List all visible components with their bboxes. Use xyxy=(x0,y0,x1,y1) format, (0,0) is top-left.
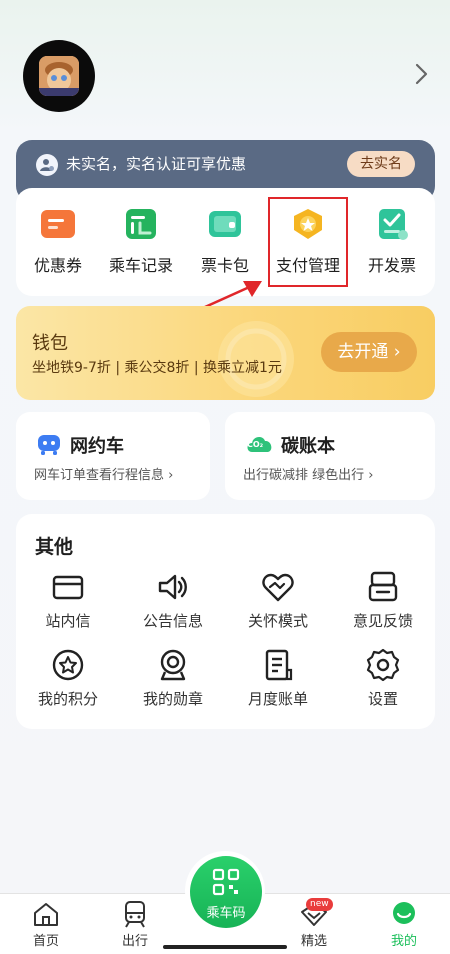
profile-active-icon xyxy=(389,900,419,928)
nav-home[interactable]: 首页 xyxy=(16,900,76,949)
nav-featured-label: 精选 xyxy=(300,934,327,949)
card-wallet-label: 票卡包 xyxy=(200,256,249,275)
nav-featured[interactable]: new 精选 xyxy=(284,898,344,949)
feedback-entry[interactable]: 意见反馈 xyxy=(333,570,433,631)
co2-badge: CO₂ xyxy=(247,440,264,449)
coupon-label: 优惠券 xyxy=(33,256,82,275)
care-mode-label: 关怀模式 xyxy=(247,612,308,630)
ride-hailing-card[interactable]: 网约车 网车订单查看行程信息 › xyxy=(16,412,210,500)
ride-record-entry[interactable]: 乘车记录 xyxy=(101,208,181,280)
carbon-ledger-desc: 出行碳减排 绿色出行 › xyxy=(243,468,374,483)
user-verify-icon xyxy=(36,154,58,176)
invoice-label: 开发票 xyxy=(367,256,416,275)
avatar-image xyxy=(39,56,79,96)
settings-label: 设置 xyxy=(367,690,398,708)
wallet-description: 坐地铁9-7折 | 乘公交8折 | 换乘立减1元 xyxy=(32,360,282,376)
medal-label: 我的勋章 xyxy=(142,690,203,708)
train-icon xyxy=(120,900,150,928)
announcement-icon xyxy=(156,570,190,604)
card-wallet-entry[interactable]: 票卡包 xyxy=(185,208,265,280)
ride-record-icon xyxy=(123,208,159,240)
monthly-bill-entry[interactable]: 月度账单 xyxy=(228,648,328,709)
qr-code-icon xyxy=(212,868,240,896)
points-entry[interactable]: 我的积分 xyxy=(18,648,118,709)
coupon-entry[interactable]: 优惠券 xyxy=(18,208,98,280)
feedback-icon xyxy=(366,570,400,604)
invoice-icon xyxy=(374,208,410,240)
nav-home-label: 首页 xyxy=(32,934,59,949)
car-icon xyxy=(38,435,60,455)
invoice-entry[interactable]: 开发票 xyxy=(352,208,432,280)
carbon-ledger-title: 碳账本 xyxy=(281,436,335,457)
medal-icon xyxy=(156,648,190,682)
verify-button[interactable]: 去实名 xyxy=(347,151,415,177)
care-mode-entry[interactable]: 关怀模式 xyxy=(228,570,328,631)
wallet-title: 钱包 xyxy=(32,333,68,354)
mail-icon xyxy=(51,570,85,604)
nav-mine[interactable]: 我的 xyxy=(374,900,434,949)
monthly-bill-label: 月度账单 xyxy=(247,690,308,708)
nav-travel-label: 出行 xyxy=(121,934,148,949)
coupon-icon xyxy=(40,208,76,240)
points-icon xyxy=(51,648,85,682)
wallet-activate-button[interactable]: 去开通 › xyxy=(321,332,417,372)
inbox-label: 站内信 xyxy=(45,612,91,630)
carbon-ledger-card[interactable]: CO₂ 碳账本 出行碳减排 绿色出行 › xyxy=(225,412,435,500)
nav-travel[interactable]: 出行 xyxy=(105,900,165,949)
announcement-label: 公告信息 xyxy=(142,612,203,630)
ride-code-button[interactable]: 乘车码 xyxy=(190,856,262,928)
others-title: 其他 xyxy=(35,536,74,558)
ride-hailing-desc: 网车订单查看行程信息 › xyxy=(34,468,174,483)
card-wallet-icon xyxy=(207,208,243,240)
ride-code-label: 乘车码 xyxy=(206,906,246,921)
chevron-right-icon[interactable] xyxy=(410,60,432,88)
realname-text: 未实名，实名认证可享优惠 xyxy=(66,155,247,173)
avatar[interactable] xyxy=(23,40,95,112)
bill-icon xyxy=(261,648,295,682)
settings-icon xyxy=(366,648,400,682)
home-icon xyxy=(31,900,61,928)
home-indicator xyxy=(163,945,287,949)
ride-record-label: 乘车记录 xyxy=(108,256,173,275)
points-label: 我的积分 xyxy=(37,690,98,708)
inbox-entry[interactable]: 站内信 xyxy=(18,570,118,631)
new-badge: new xyxy=(306,898,333,911)
care-mode-icon xyxy=(261,570,295,604)
feedback-label: 意见反馈 xyxy=(352,612,413,630)
announcement-entry[interactable]: 公告信息 xyxy=(123,570,223,631)
ride-hailing-title: 网约车 xyxy=(70,436,124,457)
nav-mine-label: 我的 xyxy=(390,934,417,949)
highlight-box xyxy=(268,197,348,287)
medal-entry[interactable]: 我的勋章 xyxy=(123,648,223,709)
settings-entry[interactable]: 设置 xyxy=(333,648,433,709)
